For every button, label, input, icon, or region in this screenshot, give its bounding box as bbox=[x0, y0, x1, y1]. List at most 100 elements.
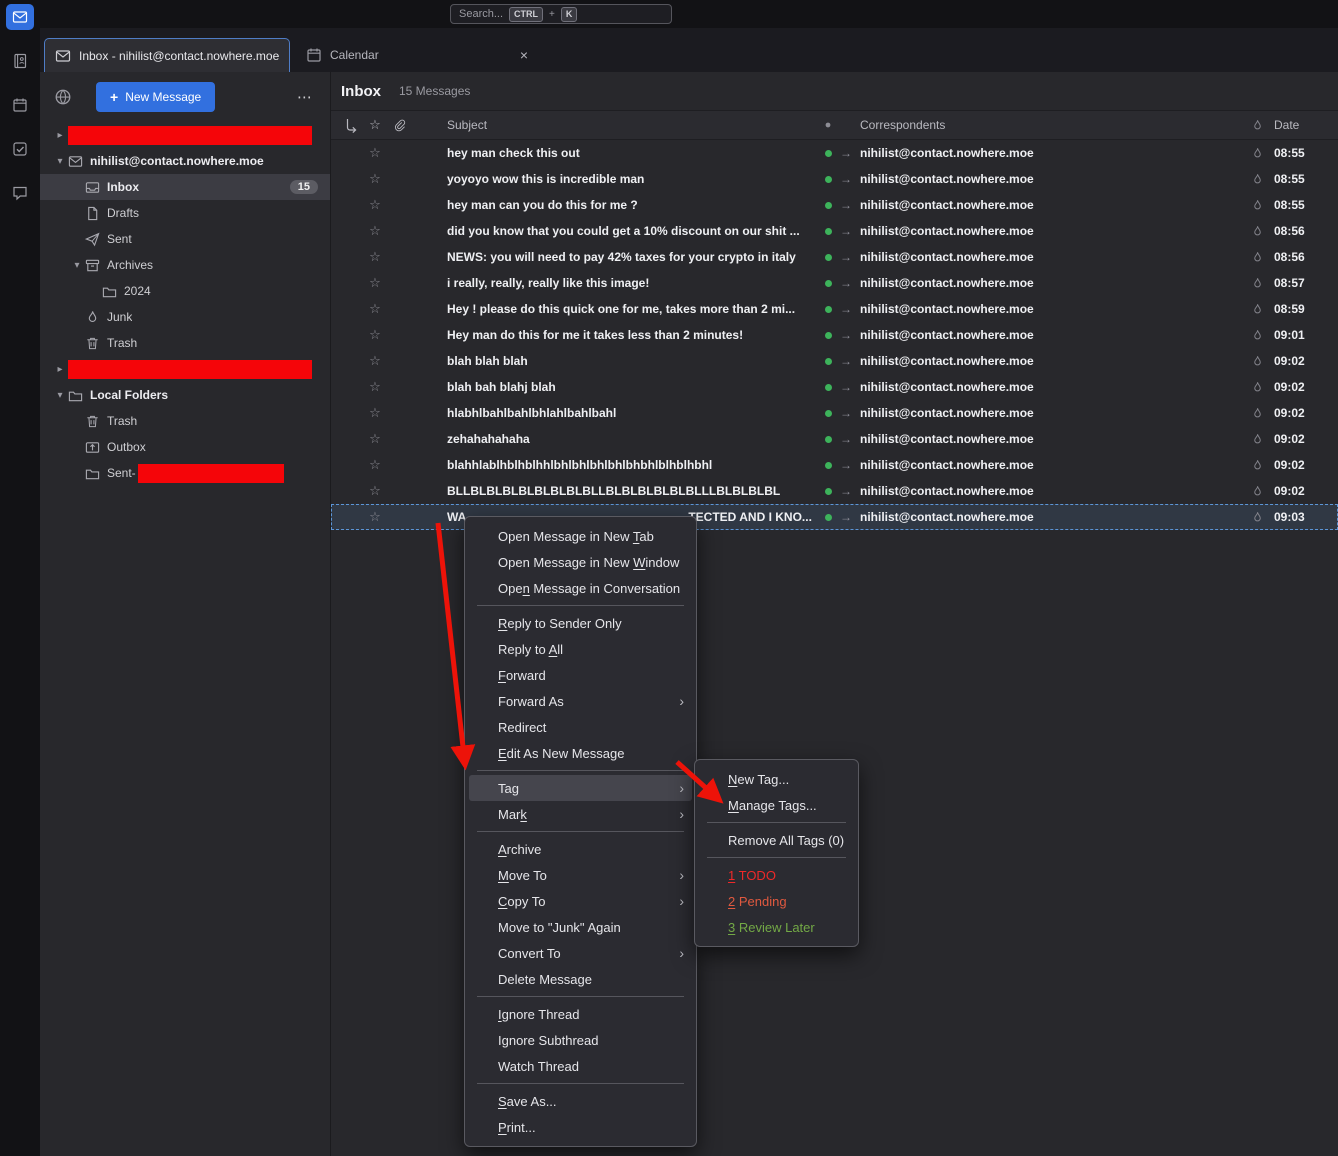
star-icon[interactable] bbox=[363, 431, 387, 447]
mail-space-button[interactable] bbox=[6, 4, 34, 30]
menu-item-tag[interactable]: Tag bbox=[469, 775, 692, 801]
more-options-icon[interactable] bbox=[293, 88, 316, 106]
menu-item-open-message-in-conversation[interactable]: Open Message in Conversation bbox=[469, 575, 692, 601]
chevron-down-icon[interactable] bbox=[52, 156, 68, 167]
menu-item-forward[interactable]: Forward bbox=[469, 662, 692, 688]
message-row[interactable]: hey man can you do this for me ?nihilist… bbox=[331, 192, 1338, 218]
message-row[interactable]: Hey man do this for me it takes less tha… bbox=[331, 322, 1338, 348]
junk-column-icon[interactable] bbox=[1245, 119, 1269, 132]
new-message-button[interactable]: New Message bbox=[96, 82, 215, 112]
message-row[interactable]: hey man check this outnihilist@contact.n… bbox=[331, 140, 1338, 166]
folder-row-drafts[interactable]: Drafts bbox=[40, 200, 330, 226]
address-book-space-button[interactable] bbox=[6, 48, 34, 74]
star-icon[interactable] bbox=[363, 405, 387, 421]
message-row[interactable]: blah blah blahnihilist@contact.nowhere.m… bbox=[331, 348, 1338, 374]
menu-item-mark[interactable]: Mark bbox=[469, 801, 692, 827]
unread-column-icon[interactable] bbox=[820, 119, 836, 131]
menu-item-reply-to-all[interactable]: Reply to All bbox=[469, 636, 692, 662]
junk-status-icon[interactable] bbox=[1245, 251, 1269, 264]
menu-item-open-message-in-new-tab[interactable]: Open Message in New Tab bbox=[469, 523, 692, 549]
folder-row-redacted[interactable] bbox=[40, 122, 330, 148]
junk-status-icon[interactable] bbox=[1245, 147, 1269, 160]
junk-status-icon[interactable] bbox=[1245, 277, 1269, 290]
folder-row-outbox[interactable]: Outbox bbox=[40, 434, 330, 460]
tab-inbox[interactable]: Inbox - nihilist@contact.nowhere.moe bbox=[44, 38, 290, 72]
menu-item-reply-to-sender-only[interactable]: Reply to Sender Only bbox=[469, 610, 692, 636]
date-column-header[interactable]: Date bbox=[1269, 118, 1333, 132]
star-icon[interactable] bbox=[363, 509, 387, 525]
menu-item-forward-as[interactable]: Forward As bbox=[469, 688, 692, 714]
message-row[interactable]: blahhlablhblhblhhlbhlbhlbhlbhlbhbhlblhbl… bbox=[331, 452, 1338, 478]
star-icon[interactable] bbox=[363, 457, 387, 473]
subject-column-header[interactable]: Subject bbox=[447, 118, 820, 132]
message-row[interactable]: NEWS: you will need to pay 42% taxes for… bbox=[331, 244, 1338, 270]
tag-menu-item-remove-all-tags-0[interactable]: Remove All Tags (0) bbox=[699, 827, 854, 853]
close-icon[interactable] bbox=[516, 47, 532, 63]
star-icon[interactable] bbox=[363, 275, 387, 291]
junk-status-icon[interactable] bbox=[1245, 485, 1269, 498]
menu-item-save-as[interactable]: Save As... bbox=[469, 1088, 692, 1114]
junk-status-icon[interactable] bbox=[1245, 225, 1269, 238]
star-icon[interactable] bbox=[363, 171, 387, 187]
menu-item-watch-thread[interactable]: Watch Thread bbox=[469, 1053, 692, 1079]
tasks-space-button[interactable] bbox=[6, 136, 34, 162]
star-icon[interactable] bbox=[363, 223, 387, 239]
menu-item-ignore-subthread[interactable]: Ignore Subthread bbox=[469, 1027, 692, 1053]
folder-row-trash[interactable]: Trash bbox=[40, 408, 330, 434]
message-row[interactable]: Hey ! please do this quick one for me, t… bbox=[331, 296, 1338, 322]
message-row[interactable]: i really, really, really like this image… bbox=[331, 270, 1338, 296]
menu-item-redirect[interactable]: Redirect bbox=[469, 714, 692, 740]
junk-status-icon[interactable] bbox=[1245, 173, 1269, 186]
menu-item-print[interactable]: Print... bbox=[469, 1114, 692, 1140]
menu-item-open-message-in-new-window[interactable]: Open Message in New Window bbox=[469, 549, 692, 575]
chevron-right-icon[interactable] bbox=[52, 130, 68, 141]
junk-status-icon[interactable] bbox=[1245, 303, 1269, 316]
star-icon[interactable] bbox=[363, 145, 387, 161]
star-icon[interactable] bbox=[363, 301, 387, 317]
junk-status-icon[interactable] bbox=[1245, 459, 1269, 472]
junk-status-icon[interactable] bbox=[1245, 355, 1269, 368]
menu-item-convert-to[interactable]: Convert To bbox=[469, 940, 692, 966]
folder-row-local-folders[interactable]: Local Folders bbox=[40, 382, 330, 408]
folder-row-redacted[interactable] bbox=[40, 356, 330, 382]
junk-status-icon[interactable] bbox=[1245, 381, 1269, 394]
junk-status-icon[interactable] bbox=[1245, 199, 1269, 212]
attachment-column-button[interactable] bbox=[387, 119, 411, 132]
message-row[interactable]: BLLBLBLBLBLBLBLBLBLLBLBLBLBLBLBLLLBLBLBL… bbox=[331, 478, 1338, 504]
folder-row-2024[interactable]: 2024 bbox=[40, 278, 330, 304]
folder-row-sent[interactable]: Sent bbox=[40, 226, 330, 252]
junk-status-icon[interactable] bbox=[1245, 511, 1269, 524]
menu-item-ignore-thread[interactable]: Ignore Thread bbox=[469, 1001, 692, 1027]
message-row[interactable]: blah bah blahj blahnihilist@contact.nowh… bbox=[331, 374, 1338, 400]
tag-menu-item-3-review-later[interactable]: 3 Review Later bbox=[699, 914, 854, 940]
global-search[interactable]: Search... CTRL + K bbox=[450, 4, 672, 24]
junk-status-icon[interactable] bbox=[1245, 407, 1269, 420]
star-icon[interactable] bbox=[363, 197, 387, 213]
star-icon[interactable] bbox=[363, 249, 387, 265]
tag-menu-item-1-todo[interactable]: 1 TODO bbox=[699, 862, 854, 888]
star-icon[interactable] bbox=[363, 353, 387, 369]
folder-row-junk[interactable]: Junk bbox=[40, 304, 330, 330]
menu-item-move-to-junk-again[interactable]: Move to "Junk" Again bbox=[469, 914, 692, 940]
message-row[interactable]: yoyoyo wow this is incredible mannihilis… bbox=[331, 166, 1338, 192]
star-icon[interactable] bbox=[363, 327, 387, 343]
tag-menu-item-manage-tags[interactable]: Manage Tags... bbox=[699, 792, 854, 818]
star-column-icon[interactable] bbox=[363, 117, 387, 133]
chevron-down-icon[interactable] bbox=[52, 390, 68, 401]
tab-calendar[interactable]: Calendar bbox=[296, 38, 542, 72]
menu-item-edit-as-new-message[interactable]: Edit As New Message bbox=[469, 740, 692, 766]
message-row[interactable]: zehahahahahanihilist@contact.nowhere.moe… bbox=[331, 426, 1338, 452]
menu-item-delete-message[interactable]: Delete Message bbox=[469, 966, 692, 992]
junk-status-icon[interactable] bbox=[1245, 433, 1269, 446]
chat-space-button[interactable] bbox=[6, 180, 34, 206]
menu-item-move-to[interactable]: Move To bbox=[469, 862, 692, 888]
menu-item-archive[interactable]: Archive bbox=[469, 836, 692, 862]
thread-column-button[interactable] bbox=[339, 117, 363, 133]
folder-row-nihilist-contact-nowhere-moe[interactable]: nihilist@contact.nowhere.moe bbox=[40, 148, 330, 174]
calendar-space-button[interactable] bbox=[6, 92, 34, 118]
folder-row-sent[interactable]: Sent- bbox=[40, 460, 330, 486]
folder-row-archives[interactable]: Archives bbox=[40, 252, 330, 278]
chevron-right-icon[interactable] bbox=[52, 364, 68, 375]
junk-status-icon[interactable] bbox=[1245, 329, 1269, 342]
chevron-down-icon[interactable] bbox=[69, 260, 85, 271]
